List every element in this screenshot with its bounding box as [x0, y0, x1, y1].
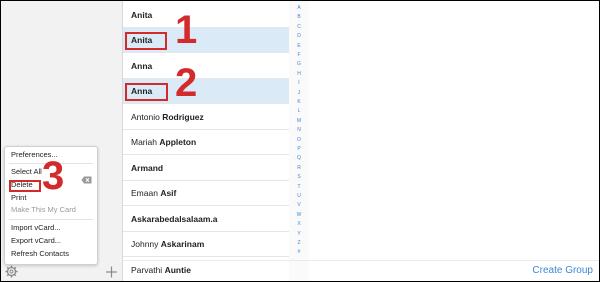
- contact-row[interactable]: Johnny Askarinam: [123, 232, 289, 257]
- index-letter-h[interactable]: H: [289, 71, 309, 77]
- contact-row[interactable]: Emaan Asif: [123, 181, 289, 206]
- index-letter-y[interactable]: Y: [289, 231, 309, 237]
- groups-sidebar: Preferences... Select All Delete Print M…: [1, 1, 123, 281]
- contact-row[interactable]: Antonio Rodriguez: [123, 105, 289, 130]
- index-letter-d[interactable]: D: [289, 33, 309, 39]
- index-letter-c[interactable]: C: [289, 24, 309, 30]
- index-letter-u[interactable]: U: [289, 193, 309, 199]
- contact-detail-pane: Create Group: [310, 1, 599, 281]
- menu-item-make-this-my-card: Make This My Card: [11, 205, 76, 214]
- contact-row[interactable]: Anita: [123, 3, 289, 28]
- index-letter-i[interactable]: I: [289, 80, 309, 86]
- contact-first-name: Mariah: [131, 137, 157, 147]
- contact-last-name: Rodriguez: [162, 112, 204, 122]
- index-letter-j[interactable]: J: [289, 90, 309, 96]
- index-letter-o[interactable]: O: [289, 137, 309, 143]
- index-letter-m[interactable]: M: [289, 118, 309, 124]
- menu-item-print[interactable]: Print: [11, 193, 26, 203]
- contact-last-name: Asif: [160, 188, 177, 198]
- contact-first-name: Johnny: [131, 239, 159, 249]
- index-letter-r[interactable]: R: [289, 165, 309, 171]
- index-letter-k[interactable]: K: [289, 99, 309, 105]
- contact-last-name: Appleton: [159, 137, 197, 147]
- index-letter-t[interactable]: T: [289, 184, 309, 190]
- bottom-divider: [122, 260, 599, 261]
- create-group-button[interactable]: Create Group: [532, 265, 593, 276]
- index-letter-q[interactable]: Q: [289, 155, 309, 161]
- contact-row[interactable]: Askarabedalsalaam.a: [123, 207, 289, 232]
- menu-item-refresh-contacts[interactable]: Refresh Contacts: [11, 249, 69, 259]
- menu-separator: [9, 219, 93, 220]
- contact-first-name: Emaan: [131, 188, 158, 198]
- contact-row[interactable]: Mariah Appleton: [123, 130, 289, 155]
- index-letter-f[interactable]: F: [289, 52, 309, 58]
- gear-icon[interactable]: [5, 265, 18, 278]
- index-letter-v[interactable]: V: [289, 202, 309, 208]
- index-letter-e[interactable]: E: [289, 43, 309, 49]
- contact-row[interactable]: Anna: [123, 54, 289, 79]
- contacts-list: Anita Anita Anna Anna Antonio Rodriguez …: [123, 1, 290, 281]
- contact-row-selected[interactable]: Anna: [123, 79, 289, 104]
- annotation-number-3: 3: [42, 154, 65, 198]
- contact-row[interactable]: Parvathi Auntie: [123, 258, 289, 281]
- contact-row[interactable]: Armand: [123, 156, 289, 181]
- index-letter-a[interactable]: A: [289, 5, 309, 11]
- contact-first-name: Anita: [131, 10, 153, 20]
- index-letter-w[interactable]: W: [289, 212, 309, 218]
- alphabet-index: A B C D E F G H I J K L M N O P Q R S T U V W X Y Z #: [289, 1, 309, 281]
- annotation-number-1: 1: [175, 8, 198, 52]
- contact-first-name: Anna: [131, 61, 153, 71]
- backspace-icon: [81, 176, 92, 184]
- index-letter-n[interactable]: N: [289, 127, 309, 133]
- anna-highlight-box: [125, 83, 168, 101]
- delete-highlight-box: [9, 180, 41, 192]
- anita-highlight-box: [125, 32, 167, 50]
- index-letter-x[interactable]: X: [289, 221, 309, 227]
- index-letter-s[interactable]: S: [289, 174, 309, 180]
- index-letter-l[interactable]: L: [289, 108, 309, 114]
- menu-item-import-vcard[interactable]: Import vCard...: [11, 223, 61, 233]
- annotation-number-2: 2: [175, 61, 198, 105]
- contact-last-name: Askarinam: [160, 239, 205, 249]
- menu-item-select-all[interactable]: Select All: [11, 167, 42, 177]
- index-letter-z[interactable]: Z: [289, 240, 309, 246]
- menu-item-export-vcard[interactable]: Export vCard...: [11, 236, 61, 246]
- contact-first-name: Antonio: [131, 112, 160, 122]
- contact-first-name: Askarabedalsalaam.a: [131, 214, 218, 224]
- contact-row-selected[interactable]: Anita: [123, 28, 289, 53]
- index-letter-hash[interactable]: #: [289, 249, 309, 255]
- sidebar-bottom-bar: [1, 261, 122, 281]
- index-letter-g[interactable]: G: [289, 61, 309, 67]
- contact-last-name: Auntie: [164, 265, 192, 275]
- plus-icon[interactable]: [105, 265, 118, 279]
- index-letter-b[interactable]: B: [289, 14, 309, 20]
- contacts-window: Preferences... Select All Delete Print M…: [0, 0, 600, 282]
- contact-first-name: Armand: [131, 163, 164, 173]
- index-letter-p[interactable]: P: [289, 146, 309, 152]
- contact-first-name: Parvathi: [131, 265, 163, 275]
